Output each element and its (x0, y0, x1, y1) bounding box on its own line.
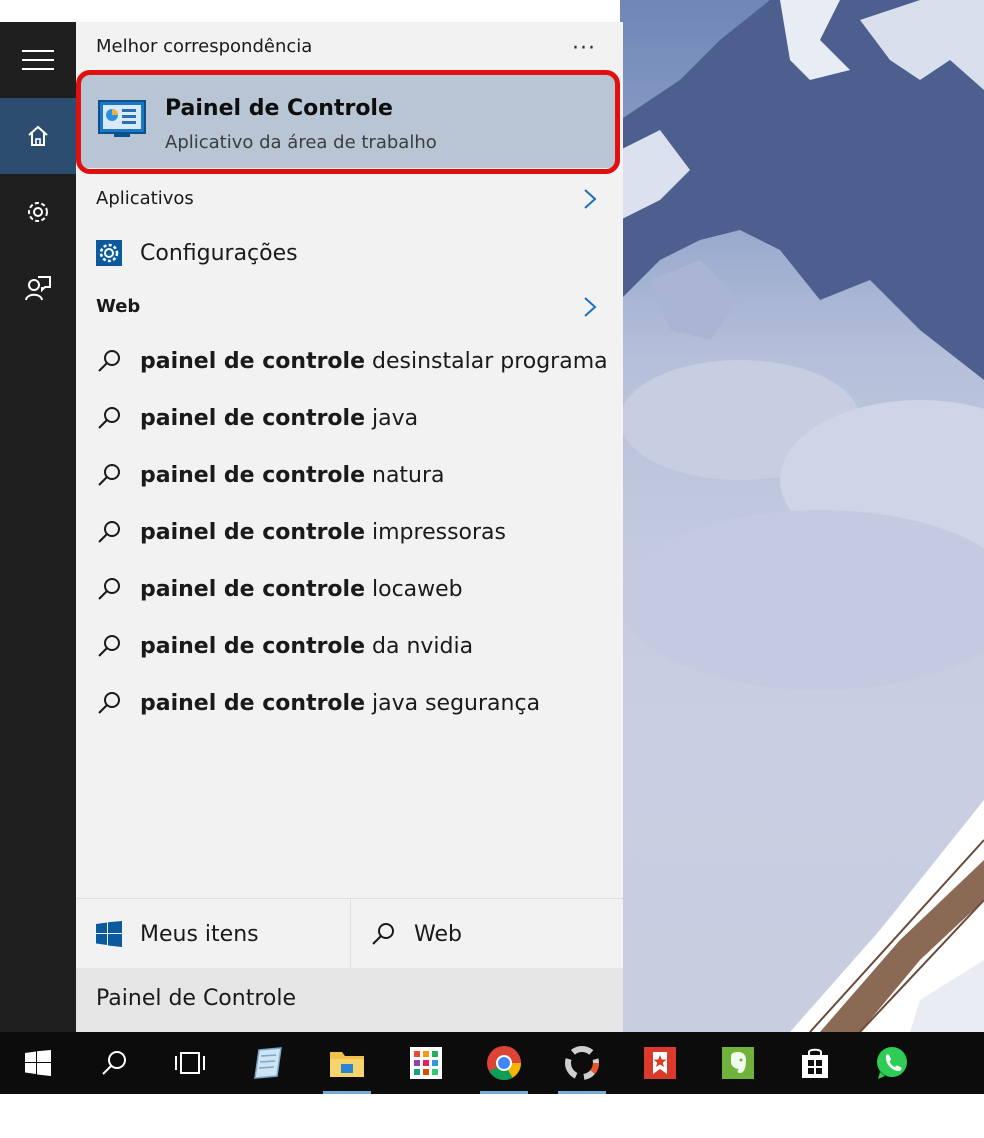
mountain-landscape (620, 0, 984, 1032)
highlight-outline (76, 70, 620, 174)
web-filter-label: Web (414, 921, 462, 947)
chrome-icon (487, 1046, 521, 1080)
app-circle-icon (565, 1046, 599, 1080)
circle-app-taskbar-button[interactable] (550, 1032, 614, 1094)
task-view-button[interactable] (158, 1032, 222, 1094)
best-match-heading: Melhor correspondência (96, 36, 313, 57)
search-icon (96, 633, 122, 659)
search-scope-filters: Meus itens Web (76, 898, 623, 969)
search-query-text: Painel de Controle (96, 986, 297, 1011)
taskbar (0, 1032, 984, 1094)
start-button[interactable] (6, 1032, 70, 1094)
file-explorer-icon (330, 1052, 364, 1077)
whatsapp-taskbar-button[interactable] (860, 1032, 924, 1094)
taskbar-search-button[interactable] (82, 1032, 146, 1094)
top-margin (0, 0, 623, 22)
app-result-configuracoes[interactable]: Configurações (96, 233, 298, 273)
store-icon (802, 1048, 828, 1078)
desktop-wallpaper (620, 0, 984, 1032)
whatsapp-icon (877, 1047, 907, 1079)
running-indicator (323, 1091, 371, 1094)
suggestion-query: painel de controle (140, 405, 366, 431)
suggestion-rest: natura (365, 462, 445, 488)
app-grid-icon (410, 1047, 442, 1079)
windows-logo-icon (96, 921, 122, 947)
search-icon (102, 1051, 126, 1075)
apps-heading: Aplicativos (96, 188, 194, 209)
gear-icon (28, 202, 48, 222)
search-input[interactable]: Painel de Controle (76, 968, 623, 1032)
web-suggestion[interactable]: painel de controle desinstalar programa (96, 341, 608, 381)
suggestion-query: painel de controle (140, 576, 366, 602)
suggestion-rest: locaweb (365, 576, 463, 602)
results-list: Melhor correspondência ··· Painel de Con… (76, 22, 623, 898)
suggestion-query: painel de controle (140, 519, 366, 545)
notepad-icon (254, 1047, 282, 1079)
evernote-icon (722, 1047, 754, 1079)
home-button[interactable] (0, 98, 76, 174)
my-items-filter-button[interactable]: Meus itens (96, 899, 346, 969)
suggestion-query: painel de controle (140, 462, 366, 488)
web-suggestion[interactable]: painel de controle java (96, 398, 418, 438)
search-results-panel: Melhor correspondência ··· Painel de Con… (76, 22, 623, 1032)
running-indicator (480, 1091, 528, 1094)
store-taskbar-button[interactable] (783, 1032, 847, 1094)
search-icon (96, 576, 122, 602)
my-items-label: Meus itens (140, 921, 259, 947)
feedback-button[interactable] (0, 250, 76, 326)
start-rail (0, 22, 76, 1032)
search-icon (96, 462, 122, 488)
apps-expand-chevron[interactable] (583, 188, 597, 214)
file-explorer-taskbar-button[interactable] (315, 1032, 379, 1094)
web-suggestion[interactable]: painel de controle impressoras (96, 512, 506, 552)
more-options-button[interactable]: ··· (572, 36, 596, 61)
search-icon (96, 690, 122, 716)
bookmark-star-icon (644, 1047, 676, 1079)
app-result-label: Configurações (140, 240, 298, 266)
suggestion-query: painel de controle (140, 690, 366, 716)
task-view-icon (175, 1052, 205, 1074)
suggestion-rest: desinstalar programa (365, 348, 608, 374)
search-icon (372, 923, 394, 945)
feedback-icon (25, 276, 51, 301)
chrome-taskbar-button[interactable] (472, 1032, 536, 1094)
web-heading: Web (96, 296, 141, 317)
suggestion-rest: da nvidia (365, 633, 474, 659)
suggestion-rest: java (365, 405, 419, 431)
menu-button[interactable] (0, 22, 76, 98)
web-expand-chevron[interactable] (583, 296, 597, 322)
evernote-taskbar-button[interactable] (706, 1032, 770, 1094)
search-icon (96, 348, 122, 374)
notepad-taskbar-button[interactable] (236, 1032, 300, 1094)
suggestion-query: painel de controle (140, 633, 366, 659)
hamburger-icon (22, 50, 54, 70)
search-icon (96, 519, 122, 545)
windows-start-icon (25, 1050, 51, 1076)
home-icon (28, 125, 48, 146)
settings-gear-icon (96, 240, 122, 266)
suggestion-rest: impressoras (365, 519, 506, 545)
search-icon (96, 405, 122, 431)
app-grid-taskbar-button[interactable] (394, 1032, 458, 1094)
chevron-right-icon (584, 297, 597, 317)
web-suggestion[interactable]: painel de controle da nvidia (96, 626, 473, 666)
bookmark-taskbar-button[interactable] (628, 1032, 692, 1094)
settings-button[interactable] (0, 174, 76, 250)
suggestion-rest: java segurança (365, 690, 541, 716)
web-suggestion[interactable]: painel de controle java segurança (96, 683, 540, 723)
chevron-right-icon (584, 189, 597, 209)
web-suggestion[interactable]: painel de controle locaweb (96, 569, 463, 609)
running-indicator (558, 1091, 606, 1094)
filter-divider (350, 899, 351, 969)
suggestion-query: painel de controle (140, 348, 366, 374)
web-filter-button[interactable]: Web (370, 899, 610, 969)
web-suggestion[interactable]: painel de controle natura (96, 455, 445, 495)
